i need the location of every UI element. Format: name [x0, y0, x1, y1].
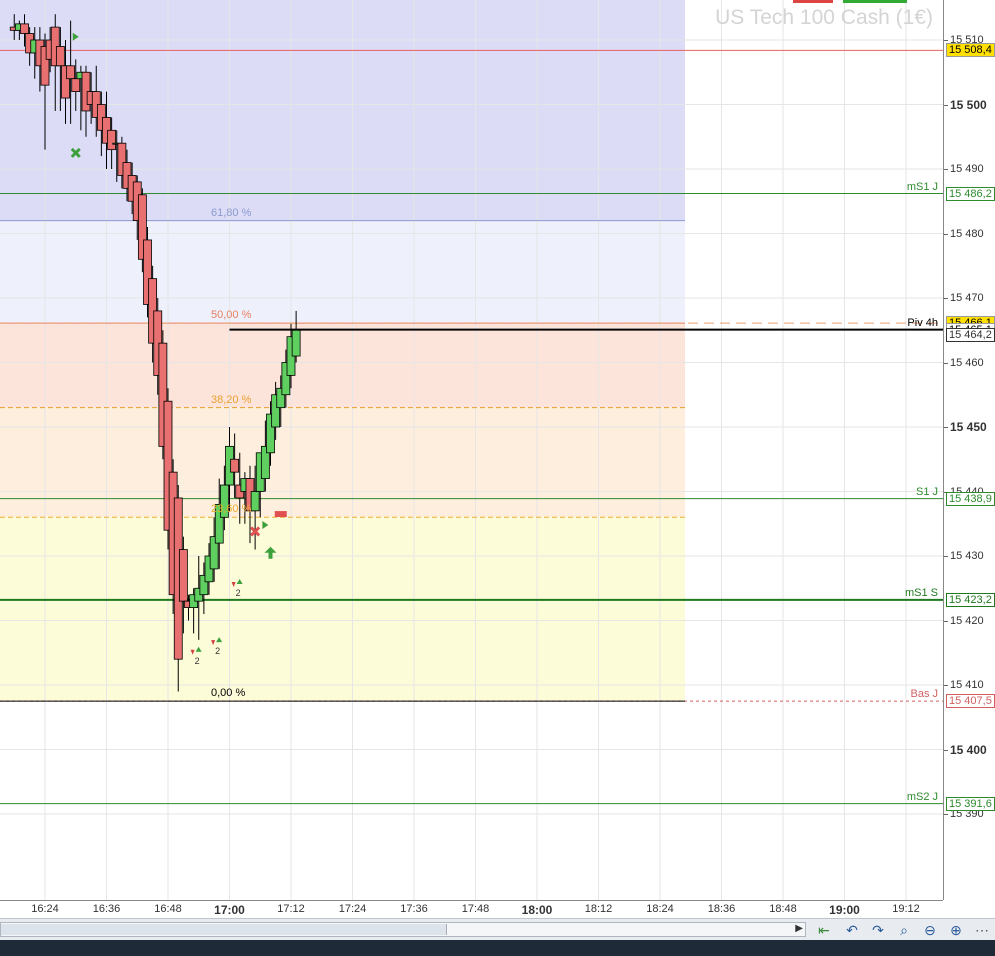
price-badge: 15 438,9 [946, 491, 995, 506]
time-tick-label: 18:24 [646, 903, 674, 915]
level-name: S1 J [915, 485, 938, 498]
zone-38-23 [0, 407, 685, 518]
candle-body [230, 458, 240, 473]
candle-body [66, 65, 76, 80]
redo-icon[interactable]: ↷ [868, 921, 888, 939]
os-taskbar [0, 940, 995, 956]
level-name: Piv 4h [907, 316, 938, 329]
price-badge: 15 391,6 [946, 796, 995, 811]
candle-body [291, 329, 301, 357]
time-tick-label: 18:48 [769, 903, 797, 915]
time-tick-label: 16:36 [92, 903, 121, 915]
time-tick-label: 16:24 [31, 903, 59, 915]
zoom-out-icon[interactable]: ⊖ [920, 921, 940, 939]
fib-label: 23,60 % [211, 503, 252, 516]
undo-icon[interactable]: ↶ [842, 921, 862, 939]
time-tick-label: 17:00 [214, 903, 245, 917]
more-options-icon[interactable]: ⋯ [972, 921, 992, 939]
horizontal-scrollbar[interactable]: ▶ [0, 922, 806, 937]
price-tick-label: 15 470 [944, 292, 984, 304]
candle-body [20, 23, 29, 34]
candle-body [71, 78, 81, 92]
zone-61-50 [0, 220, 685, 324]
level-name: mS1 J [906, 180, 938, 193]
time-tick-label: 18:12 [584, 903, 613, 915]
marker-count: 2 [236, 588, 241, 598]
fib-label: 0,00 % [211, 687, 246, 700]
marker-count: 2 [215, 646, 220, 656]
price-tick-label: 15 450 [944, 420, 987, 434]
price-tick-label: 15 460 [944, 356, 984, 369]
scrollbar-thumb[interactable] [1, 924, 447, 935]
bottom-toolbar: ▶ ⇤ ↶ ↷ ⌕ ⊖ ⊕ ⋯ [0, 918, 995, 941]
price-badge: 15 486,2 [946, 186, 995, 201]
level-name: mS2 J [906, 790, 938, 803]
price-chart[interactable]: 2 2 2 US Tech 100 Cash (1€) 61,80 % 50,00 %… [0, 0, 943, 900]
time-axis[interactable]: 16:24 16:36 16:48 17:00 17:12 17:24 17:36 17:48… [0, 900, 943, 919]
time-tick-label: 16:48 [154, 903, 182, 915]
fib-label: 38,20 % [211, 393, 252, 406]
go-to-end-icon[interactable]: ⇤ [814, 921, 834, 939]
fib-label: 61,80 % [211, 206, 252, 219]
price-tick-label: 15 500 [944, 97, 987, 112]
price-tick-label: 15 400 [944, 742, 987, 757]
signal-dash-marker [274, 511, 287, 518]
zoom-in-icon[interactable]: ⊕ [946, 921, 966, 939]
time-tick-label: 18:00 [521, 903, 553, 917]
candle-body [107, 129, 117, 151]
price-badge: 15 464,2 [946, 328, 995, 343]
zone-23-0 [0, 517, 685, 702]
price-tick-label: 15 490 [944, 163, 984, 175]
chart-canvas[interactable]: 2 2 2 [0, 0, 943, 900]
time-tick-label: 18:36 [707, 903, 736, 915]
price-axis[interactable]: 15 39015 40015 41015 42015 43015 44015 4… [943, 0, 995, 900]
price-badge: 15 423,2 [946, 592, 995, 607]
level-name: mS1 S [904, 586, 938, 599]
zoom-auto-icon[interactable]: ⌕ [894, 921, 914, 939]
instrument-title: US Tech 100 Cash (1€) [715, 6, 933, 29]
price-tick-label: 15 430 [944, 550, 984, 562]
candle-body [55, 46, 65, 67]
time-tick-label: 17:48 [461, 903, 490, 915]
time-tick-label: 19:00 [829, 903, 860, 917]
price-badge: 15 407,5 [946, 694, 995, 709]
time-tick-label: 17:24 [338, 903, 367, 915]
price-badge: 15 508,4 [946, 43, 995, 58]
time-tick-label: 17:36 [400, 903, 428, 915]
sell-button-edge[interactable] [793, 0, 833, 3]
zone-50-38 [0, 323, 685, 408]
time-tick-label: 17:12 [277, 903, 305, 915]
candle-body [178, 549, 188, 602]
time-tick-label: 19:12 [892, 903, 920, 915]
price-tick-label: 15 480 [944, 227, 984, 240]
marker-count: 2 [195, 656, 200, 666]
price-tick-label: 15 410 [944, 679, 984, 691]
fib-label: 50,00 % [211, 309, 252, 322]
candle-body [250, 491, 260, 512]
level-name: Bas J [910, 688, 938, 701]
scroll-right-arrow-icon[interactable]: ▶ [795, 923, 803, 934]
price-tick-label: 15 420 [944, 614, 984, 627]
buy-button-edge[interactable] [843, 0, 907, 3]
